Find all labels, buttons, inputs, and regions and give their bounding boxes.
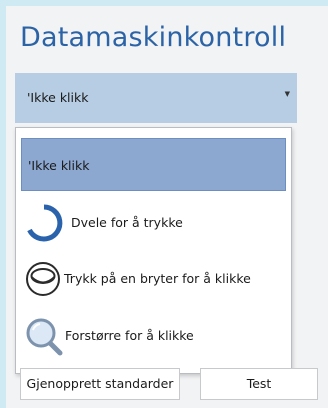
option-dwell-to-tap[interactable]: Dvele for å trykke: [21, 196, 286, 249]
option-magnify-to-click[interactable]: Forstørre for å klikke: [21, 309, 286, 362]
control-mode-selected-value: 'Ikke klikk: [27, 90, 89, 105]
option-label: Forstørre for å klikke: [65, 328, 194, 343]
restore-defaults-button[interactable]: Gjenopprett standarder: [20, 368, 180, 400]
switch-icon: [26, 262, 60, 296]
option-label: Dvele for å trykke: [71, 215, 183, 230]
test-button[interactable]: Test: [200, 368, 318, 400]
page-title: Datamaskinkontroll: [20, 22, 287, 53]
control-mode-dropdown[interactable]: 'Ikke klikk ▼: [15, 73, 297, 123]
control-mode-options-list: 'Ikke klikk Dvele for å trykke Trykk på …: [15, 127, 292, 374]
option-switch-to-click[interactable]: Trykk på en bryter for å klikke: [21, 252, 286, 305]
chevron-down-icon: ▼: [284, 90, 290, 98]
dwell-progress-icon: [27, 204, 63, 242]
option-no-click[interactable]: 'Ikke klikk: [21, 138, 286, 191]
option-label: Trykk på en bryter for å klikke: [64, 271, 251, 286]
computer-control-panel: Datamaskinkontroll 'Ikke klikk ▼ 'Ikke k…: [6, 6, 328, 408]
option-label: 'Ikke klikk: [28, 158, 90, 173]
magnifier-icon: [26, 318, 63, 356]
